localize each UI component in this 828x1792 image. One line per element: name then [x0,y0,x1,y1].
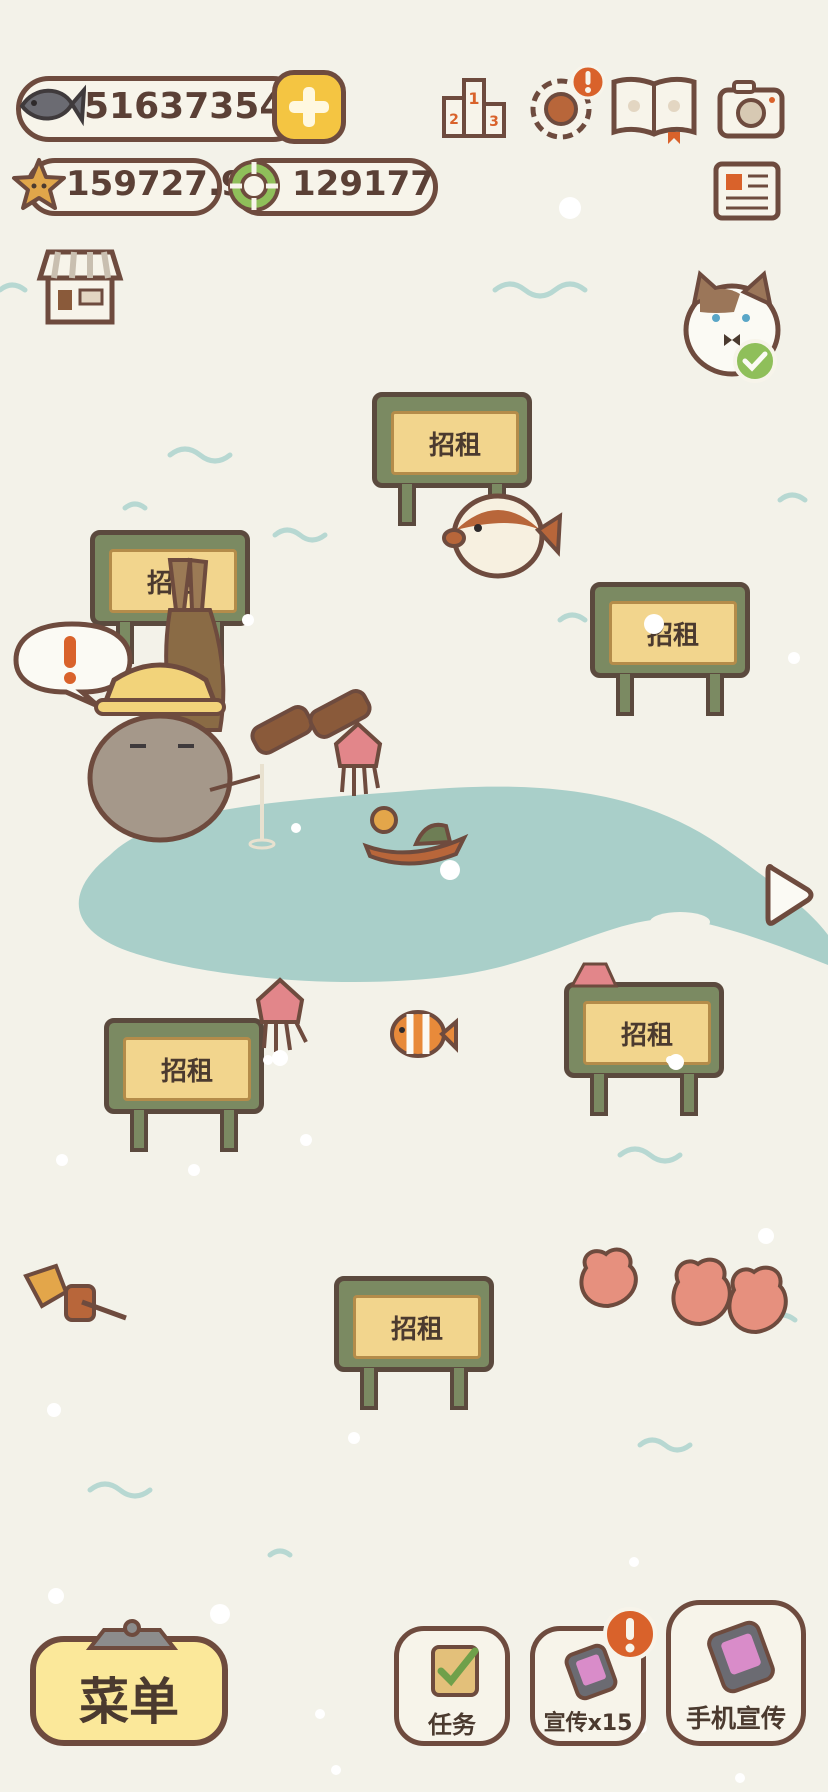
phone-icon [707,1620,775,1694]
phone-promo-button[interactable]: 手机宣传 [666,1600,806,1746]
promo-label: 宣传x15 [543,1711,633,1736]
menu-button[interactable]: 菜单 [30,1636,228,1746]
clipboard-clip [85,1619,179,1650]
tasks-label: 任务 [428,1711,476,1739]
clipboard-check-icon [431,1645,479,1697]
tasks-button[interactable]: 任务 [394,1626,510,1746]
menu-label: 菜单 [79,1673,179,1731]
phone-promo-label: 手机宣传 [685,1704,786,1733]
exclamation-icon [603,1607,657,1661]
snow-particles [47,197,800,1783]
